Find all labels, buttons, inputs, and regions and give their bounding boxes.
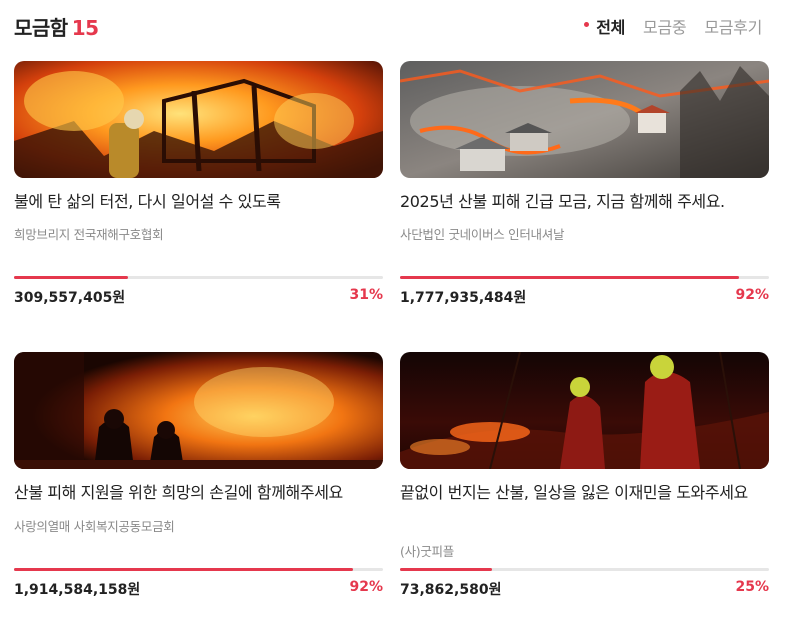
fundraiser-organization: 사단법인 굿네이버스 인터내셔날 bbox=[400, 227, 565, 242]
progress-bar bbox=[14, 568, 383, 571]
fundraiser-thumbnail[interactable] bbox=[14, 61, 383, 178]
raised-amount: 73,862,580원 bbox=[400, 582, 502, 598]
fundraiser-card[interactable]: 2025년 산불 피해 긴급 모금, 지금 함께해 주세요. 사단법인 굿네이버… bbox=[400, 61, 769, 311]
filter-tabs: 전체 모금중 모금후기 bbox=[584, 14, 762, 38]
progress-percent: 92% bbox=[735, 287, 769, 303]
page-title: 모금함 15 bbox=[14, 12, 99, 41]
fundraiser-organization: 사랑의열매 사회복지공동모금회 bbox=[14, 519, 175, 534]
campaign-count: 15 bbox=[71, 16, 99, 40]
fundraiser-thumbnail[interactable] bbox=[400, 61, 769, 178]
fundraiser-card[interactable]: 산불 피해 지원을 위한 희망의 손길에 함께해주세요 사랑의열매 사회복지공동… bbox=[14, 352, 383, 602]
fire-house-image bbox=[14, 61, 383, 178]
raised-amount: 1,914,584,158원 bbox=[14, 582, 141, 598]
aerial-wildfire-image bbox=[400, 61, 769, 178]
raised-amount: 309,557,405원 bbox=[14, 290, 126, 306]
tab-all[interactable]: 전체 bbox=[584, 14, 625, 38]
progress-fill bbox=[400, 568, 493, 571]
firefighters-night-image bbox=[14, 352, 383, 469]
fundraiser-thumbnail[interactable] bbox=[400, 352, 769, 469]
progress-fill bbox=[14, 568, 354, 571]
fundraiser-title[interactable]: 불에 탄 삶의 터전, 다시 일어설 수 있도록 bbox=[14, 189, 383, 214]
fundraiser-title[interactable]: 2025년 산불 피해 긴급 모금, 지금 함께해 주세요. bbox=[400, 189, 769, 214]
fundraiser-title[interactable]: 산불 피해 지원을 위한 희망의 손길에 함께해주세요 bbox=[14, 480, 383, 505]
progress-percent: 92% bbox=[349, 579, 383, 595]
raised-amount: 1,777,935,484원 bbox=[400, 290, 527, 306]
progress-fill bbox=[400, 276, 740, 279]
fundraiser-card[interactable]: 불에 탄 삶의 터전, 다시 일어설 수 있도록 희망브리지 전국재해구호협회 … bbox=[14, 61, 383, 311]
fundraiser-thumbnail[interactable] bbox=[14, 352, 383, 469]
firefighters-forest-fire-image bbox=[400, 352, 769, 469]
fundraiser-card[interactable]: 끝없이 번지는 산불, 일상을 잃은 이재민을 도와주세요 (사)굿피플 73,… bbox=[400, 352, 769, 602]
header: 모금함 15 전체 모금중 모금후기 bbox=[14, 8, 772, 44]
page-title-text: 모금함 bbox=[14, 16, 68, 40]
tab-ongoing[interactable]: 모금중 bbox=[643, 14, 687, 38]
progress-bar bbox=[14, 276, 383, 279]
progress-bar bbox=[400, 276, 769, 279]
progress-bar bbox=[400, 568, 769, 571]
progress-percent: 31% bbox=[349, 287, 383, 303]
fundraiser-organization: 희망브리지 전국재해구호협회 bbox=[14, 227, 164, 242]
fundraiser-title[interactable]: 끝없이 번지는 산불, 일상을 잃은 이재민을 도와주세요 bbox=[400, 480, 769, 505]
tab-reviews[interactable]: 모금후기 bbox=[704, 14, 762, 38]
progress-fill bbox=[14, 276, 129, 279]
fundraiser-organization: (사)굿피플 bbox=[400, 544, 454, 559]
progress-percent: 25% bbox=[735, 579, 769, 595]
